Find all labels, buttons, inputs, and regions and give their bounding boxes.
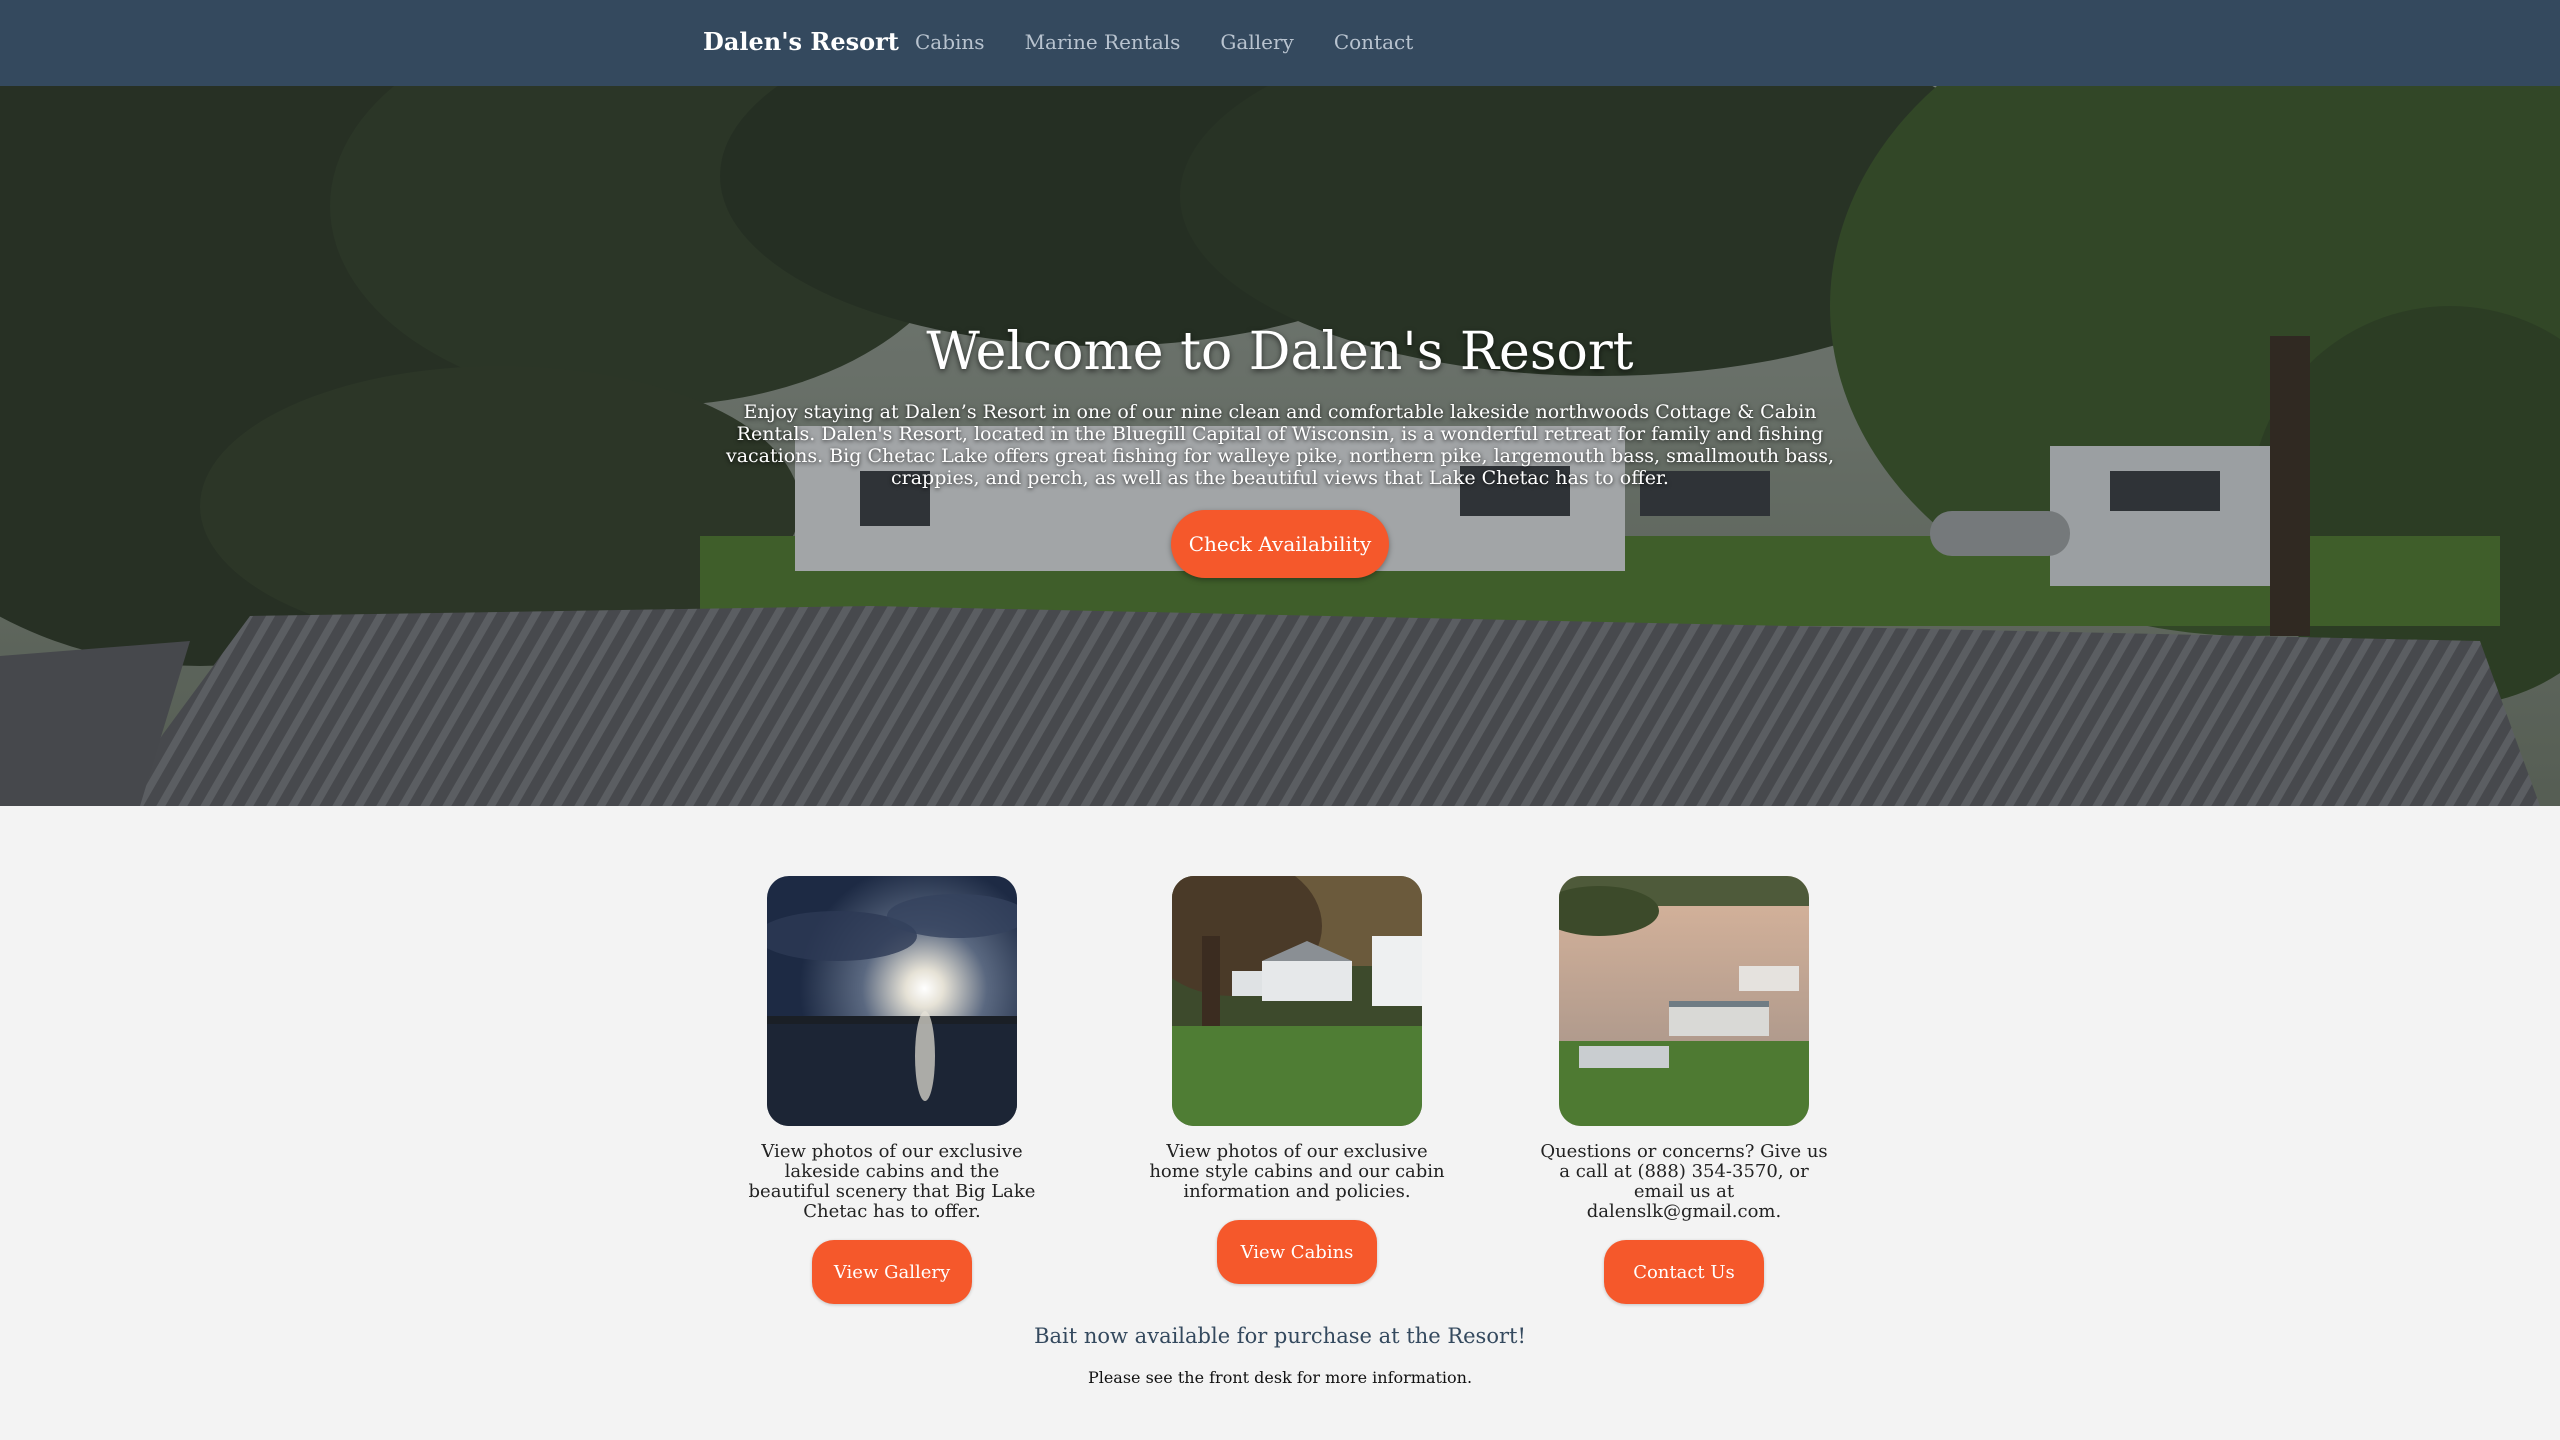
bait-notice-text: Please see the front desk for more infor… bbox=[1087, 1368, 1473, 1387]
check-availability-button[interactable]: Check Availability bbox=[1171, 510, 1389, 578]
brand-link[interactable]: Dalen's Resort bbox=[703, 27, 899, 56]
hero-description: Enjoy staying at Dalen’s Resort in one o… bbox=[725, 401, 1835, 489]
top-navbar: Dalen's Resort Cabins Marine Rentals Gal… bbox=[0, 0, 2560, 87]
contact-description: Questions or concerns? Give us a call at… bbox=[1540, 1141, 1828, 1222]
nav-link-marine-rentals[interactable]: Marine Rentals bbox=[1025, 30, 1181, 54]
sunset-lake-image bbox=[767, 876, 1017, 1126]
nav-link-cabins[interactable]: Cabins bbox=[915, 30, 985, 54]
bait-notice-title: Bait now available for purchase at the R… bbox=[1034, 1324, 1526, 1348]
pontoon-lake-image bbox=[1559, 876, 1809, 1126]
cabins-lawn-image bbox=[1172, 876, 1422, 1126]
cabins-description: View photos of our exclusive home style … bbox=[1149, 1141, 1445, 1202]
nav-link-contact[interactable]: Contact bbox=[1334, 30, 1413, 54]
contact-us-button[interactable]: Contact Us bbox=[1604, 1240, 1764, 1304]
feature-contact: Questions or concerns? Give us a call at… bbox=[1524, 876, 1844, 1304]
view-gallery-button[interactable]: View Gallery bbox=[812, 1240, 972, 1304]
hero-section: Welcome to Dalen's Resort Enjoy staying … bbox=[0, 86, 2560, 806]
nav-links: Cabins Marine Rentals Gallery Contact bbox=[915, 30, 1453, 54]
nav-link-gallery[interactable]: Gallery bbox=[1220, 30, 1293, 54]
gallery-description: View photos of our exclusive lakeside ca… bbox=[748, 1141, 1036, 1222]
feature-cabins: View photos of our exclusive home style … bbox=[1137, 876, 1457, 1284]
feature-gallery: View photos of our exclusive lakeside ca… bbox=[732, 876, 1052, 1304]
hero-title: Welcome to Dalen's Resort bbox=[926, 322, 1634, 382]
view-cabins-button[interactable]: View Cabins bbox=[1217, 1220, 1377, 1284]
